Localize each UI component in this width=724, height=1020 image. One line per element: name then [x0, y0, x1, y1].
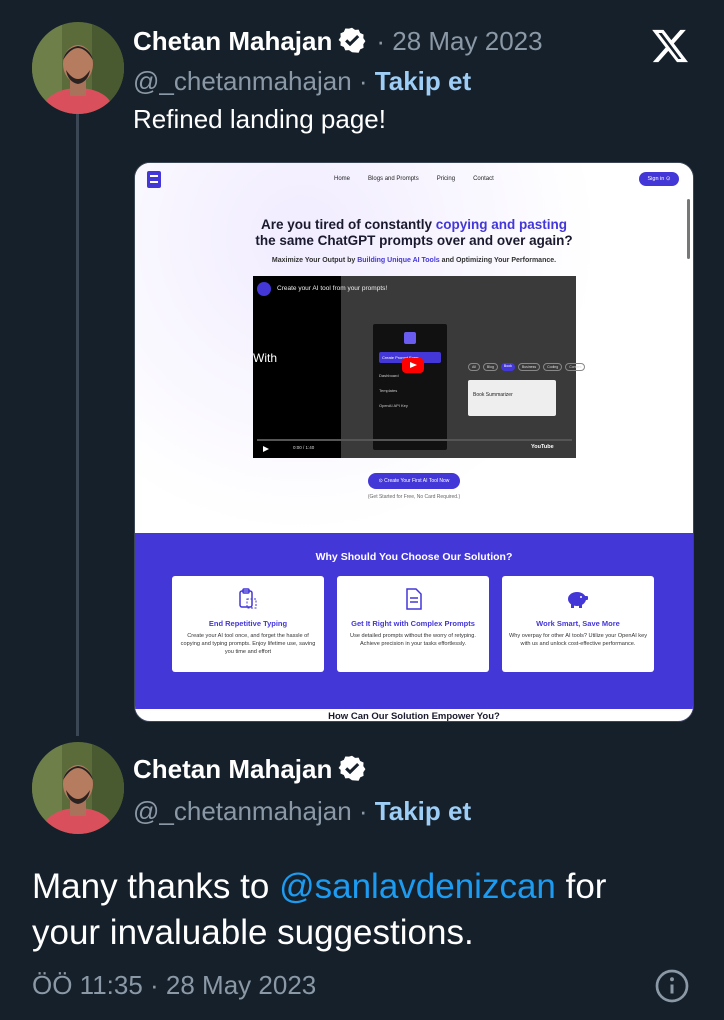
video-time: 0:00 / 1:40 — [293, 445, 315, 450]
youtube-play-icon[interactable] — [402, 358, 424, 373]
book-title: Book Summarizer — [473, 392, 513, 398]
tweet1-handle-row: @_chetanmahajan · Takip et — [133, 66, 471, 97]
cta-note: (Get Started for Free, No Card Required.… — [367, 494, 461, 500]
menu-item: Dashboard — [379, 373, 399, 378]
nav-contact[interactable]: Contact — [473, 176, 494, 182]
hero-subtitle: Maximize Your Output by Building Unique … — [135, 257, 693, 264]
headline-line2: the same ChatGPT prompts over and over a… — [255, 233, 573, 248]
hero-headline: Are you tired of constantly copying and … — [135, 217, 693, 249]
feature-desc: Why overpay for other AI tools? Utilize … — [508, 633, 648, 647]
clipboard-icon — [239, 588, 257, 609]
tweet-text-part: for — [555, 867, 607, 906]
author-handle[interactable]: @_chetanmahajan — [133, 66, 352, 96]
nav-blogs[interactable]: Blogs and Prompts — [368, 176, 419, 182]
tweet-text: Refined landing page! — [133, 104, 386, 134]
tag: Content — [565, 363, 586, 371]
book-card: Book Summarizer — [468, 380, 556, 416]
youtube-logo[interactable]: YouTube — [531, 444, 554, 450]
info-icon[interactable] — [654, 968, 690, 1004]
channel-avatar-icon — [257, 282, 271, 296]
cta-button[interactable]: ⊙ Create Your First AI Tool Now — [368, 473, 460, 489]
tweet1-header: Chetan Mahajan · 28 May 2023 — [133, 26, 543, 57]
tag: Coding — [543, 363, 563, 371]
features-section: Why Should You Choose Our Solution? End … — [135, 533, 693, 721]
tweet-text: Many thanks to @sanlavdenizcan for your … — [32, 864, 692, 956]
tag: Business — [517, 363, 541, 371]
subtitle-part: Maximize Your Output by — [271, 257, 358, 264]
progress-bar[interactable] — [257, 439, 572, 441]
feature-card: End Repetitive Typing Create your AI too… — [172, 576, 324, 672]
follow-button[interactable]: Takip et — [375, 66, 471, 96]
document-icon — [406, 588, 422, 610]
hero-section: Home Blogs and Prompts Pricing Contact S… — [135, 163, 693, 533]
subtitle-highlight: Building Unique AI Tools — [357, 257, 440, 264]
menu-item: Templates — [379, 388, 398, 393]
tweet2-handle-row: @_chetanmahajan · Takip et — [133, 796, 471, 827]
nav-pricing[interactable]: Pricing — [437, 176, 455, 182]
avatar[interactable] — [32, 22, 124, 114]
tweet-text-part: your invaluable suggestions. — [32, 913, 474, 952]
nav-home[interactable]: Home — [334, 176, 350, 182]
how-heading: How Can Our Solution Empower You? — [328, 711, 500, 722]
mention-link[interactable]: @sanlavdenizcan — [279, 867, 556, 906]
menu-item: OpenAI API Key — [379, 403, 408, 408]
play-icon[interactable] — [263, 446, 269, 452]
verified-badge-icon — [338, 754, 366, 782]
piggy-bank-icon — [568, 592, 588, 608]
subtitle-part-end: and Optimizing Your Performance. — [439, 257, 557, 264]
headline-highlight: copying and pasting — [435, 217, 568, 232]
tweet2-header: Chetan Mahajan — [133, 754, 366, 785]
feature-desc: Create your AI tool once, and forget the… — [180, 633, 316, 655]
feature-title: End Repetitive Typing — [208, 619, 288, 628]
verified-badge-icon — [338, 26, 366, 54]
feature-card: Get It Right with Complex Prompts Use de… — [337, 576, 489, 672]
tweet-text-part: Many thanks to — [32, 867, 280, 906]
why-heading: Why Should You Choose Our Solution? — [315, 551, 513, 563]
tag: Blog — [482, 363, 498, 371]
tag: All — [468, 363, 480, 371]
feature-title: Get It Right with Complex Prompts — [351, 619, 475, 628]
media-card[interactable]: Home Blogs and Prompts Pricing Contact S… — [134, 162, 694, 722]
separator: · — [358, 796, 368, 826]
video-side-text: With — [253, 351, 277, 365]
author-name[interactable]: Chetan Mahajan — [133, 26, 332, 56]
video-title[interactable]: Create your AI tool from your prompts! — [277, 285, 387, 292]
site-logo-icon — [147, 171, 161, 188]
site-nav: Home Blogs and Prompts Pricing Contact — [334, 176, 494, 182]
feature-desc: Use detailed prompts without the worry o… — [350, 633, 476, 647]
author-handle[interactable]: @_chetanmahajan — [133, 796, 352, 826]
tag: Book — [500, 363, 515, 371]
separator: · — [358, 66, 368, 96]
app-sidebar-mock: Create Prompt Form Dashboard Templates O… — [373, 324, 447, 450]
headline-part: Are you tired of constantly — [260, 217, 436, 232]
tweet-date[interactable]: · 28 May 2023 — [376, 26, 542, 56]
author-name[interactable]: Chetan Mahajan — [133, 754, 332, 784]
follow-button[interactable]: Takip et — [375, 796, 471, 826]
thread-line — [76, 98, 79, 736]
sign-in-button[interactable]: Sign in ⊙ — [639, 172, 679, 186]
tweet-timestamp[interactable]: ÖÖ 11:35 · 28 May 2023 — [32, 970, 316, 1001]
tag-row: All Blog Book Business Coding Content — [468, 363, 586, 371]
embedded-video[interactable]: Create your AI tool from your prompts! W… — [253, 276, 586, 458]
scrollbar[interactable] — [687, 199, 690, 259]
feature-card: Work Smart, Save More Why overpay for ot… — [502, 576, 654, 672]
avatar[interactable] — [32, 742, 124, 834]
feature-title: Work Smart, Save More — [536, 619, 620, 628]
x-logo-icon[interactable] — [650, 26, 690, 66]
